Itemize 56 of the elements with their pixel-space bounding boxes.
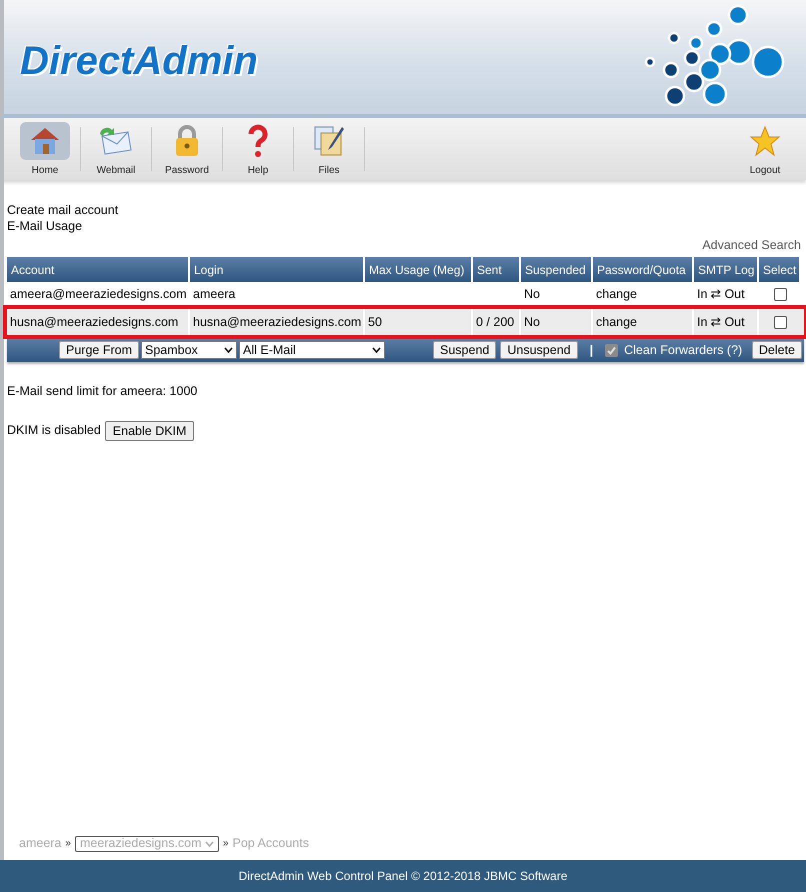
table-cell: No	[521, 309, 593, 335]
toolbar-button[interactable]: Help	[225, 118, 291, 180]
table-cell: husna@meeraziedesigns.com	[190, 309, 365, 335]
question-mark-icon	[247, 124, 269, 158]
column-header: Suspended	[521, 257, 593, 282]
purge-button[interactable]: Purge From	[59, 341, 139, 359]
swap-arrows: ⇄	[710, 314, 722, 331]
dkim-status-text: DKIM is disabled	[7, 422, 101, 440]
change-link[interactable]: change	[596, 284, 638, 304]
scope-select[interactable]: All E-Mail	[239, 341, 385, 359]
envelope-icon	[98, 126, 134, 156]
column-header: Max Usage (Meg)	[365, 257, 473, 282]
chevron-icon	[224, 347, 233, 353]
suspend-button[interactable]: Suspend	[433, 341, 496, 359]
send-limit-text: E-Mail send limit for ameera: 1000	[7, 383, 198, 400]
toolbar-button[interactable]: Files	[296, 118, 362, 180]
page-link[interactable]: E-Mail Usage	[7, 218, 82, 234]
breadcrumb-page: Pop Accounts	[232, 835, 309, 852]
column-header: Sent	[473, 257, 521, 282]
documents-icon	[312, 124, 346, 158]
smtp-in-link[interactable]: In	[697, 284, 708, 304]
delete-button[interactable]: Delete	[752, 341, 802, 359]
column-header: Account	[7, 257, 190, 282]
smtp-out-link[interactable]: Out	[724, 312, 745, 332]
logout-button[interactable]: Logout	[732, 118, 798, 180]
column-header: Password/Quota	[593, 257, 694, 282]
select-checkbox[interactable]	[774, 316, 786, 328]
column-header: Select	[759, 257, 801, 282]
logo-text: DirectAdmin	[20, 38, 258, 85]
advanced-search-link[interactable]: Advanced Search	[702, 237, 801, 253]
toolbar-button[interactable]: Home	[12, 118, 78, 180]
padlock-icon	[173, 124, 201, 158]
toolbar-button[interactable]: Webmail	[83, 118, 149, 180]
swap-arrows: ⇄	[710, 286, 722, 303]
folder-select[interactable]: Spambox	[141, 341, 237, 359]
smtp-out-link[interactable]: Out	[724, 284, 745, 304]
chevron-icon	[372, 347, 381, 353]
toolbar-button[interactable]: Password	[154, 118, 220, 180]
chevron-icon	[204, 840, 214, 847]
table-cell: husna@meeraziedesigns.com	[7, 309, 190, 335]
star-icon	[749, 125, 781, 157]
select-checkbox[interactable]	[774, 288, 786, 300]
column-header: Login	[190, 257, 365, 282]
unsuspend-button[interactable]: Unsuspend	[500, 341, 578, 359]
page-link[interactable]: Create mail account	[7, 202, 118, 218]
separator-text: |	[590, 342, 594, 359]
enable-dkim-button[interactable]: Enable DKIM	[104, 420, 194, 441]
breadcrumb-separator: »	[65, 837, 71, 852]
footer-text: DirectAdmin Web Control Panel © 2012-2018 JBMC Software	[238, 868, 568, 885]
table-cell: 50	[365, 309, 473, 335]
clean-forwarders-label: Clean Forwarders (?)	[624, 342, 742, 359]
breadcrumb-separator: »	[222, 837, 229, 852]
smtp-in-link[interactable]: In	[697, 312, 708, 332]
change-link[interactable]: change	[596, 312, 638, 332]
table-cell: 0 / 200	[473, 309, 521, 335]
column-header: SMTP Log	[694, 257, 759, 282]
